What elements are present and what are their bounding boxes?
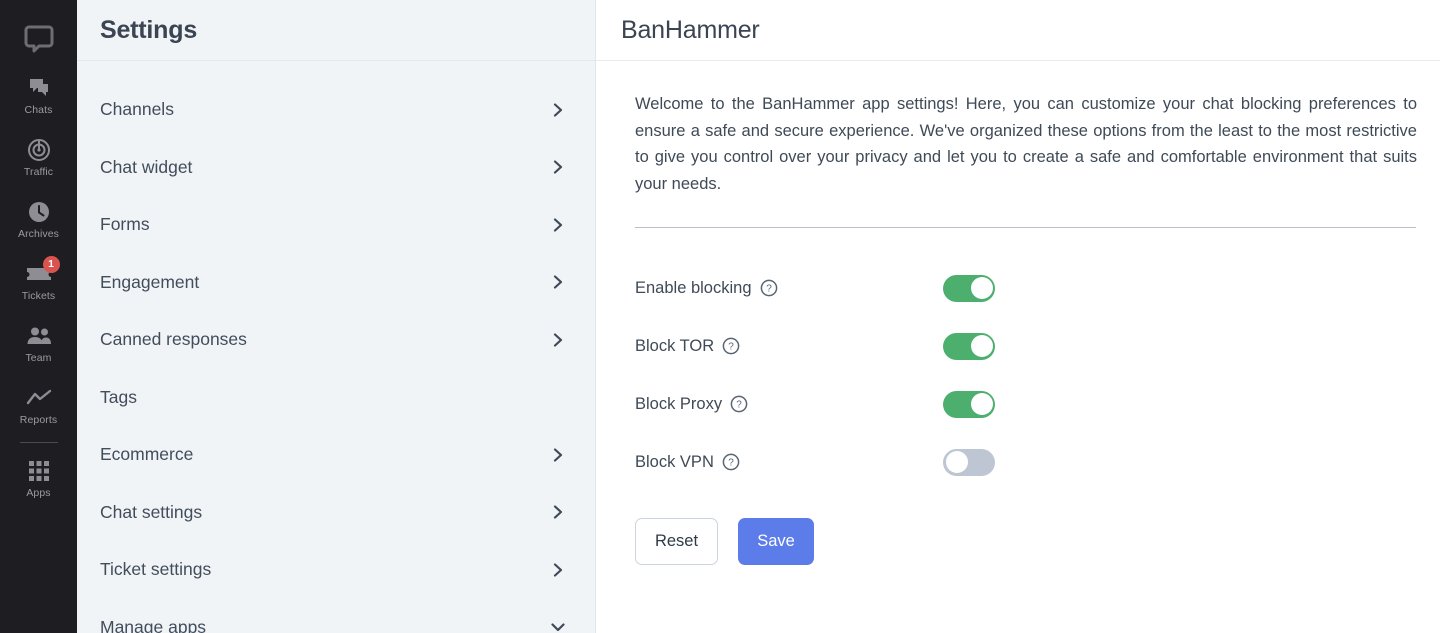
svg-text:?: ?: [728, 342, 734, 353]
settings-item-chat-widget[interactable]: Chat widget: [77, 139, 595, 197]
setting-row-enable-blocking: Enable blocking ?: [635, 259, 995, 317]
chats-icon: [26, 75, 52, 101]
settings-panel: Settings Channels Chat widget Forms Enga…: [77, 0, 596, 633]
toggle-knob: [945, 451, 968, 473]
setting-label: Block Proxy: [635, 394, 723, 413]
chevron-right-icon: [551, 563, 565, 577]
setting-label-wrap: Enable blocking ?: [635, 279, 778, 298]
settings-item-label: Tags: [100, 386, 137, 407]
sidebar-label-apps: Apps: [26, 486, 51, 499]
setting-row-block-proxy: Block Proxy ?: [635, 375, 995, 433]
sidebar-label-archives: Archives: [17, 227, 60, 240]
settings-item-label: Forms: [100, 214, 150, 235]
sidebar-label-tickets: Tickets: [21, 289, 56, 302]
sidebar-item-apps[interactable]: Apps: [0, 447, 77, 509]
chevron-right-icon: [551, 275, 565, 289]
settings-item-ticket-settings[interactable]: Ticket settings: [77, 541, 595, 599]
settings-item-canned-responses[interactable]: Canned responses: [77, 311, 595, 369]
team-people-icon: [26, 323, 52, 349]
main-body: Welcome to the BanHammer app settings! H…: [596, 61, 1440, 633]
sidebar-label-chats: Chats: [24, 103, 53, 116]
reset-button[interactable]: Reset: [635, 518, 718, 565]
chevron-right-icon: [551, 333, 565, 347]
chevron-right-icon: [551, 448, 565, 462]
settings-menu-list: Channels Chat widget Forms Engagement Ca…: [77, 61, 595, 633]
left-nav-rail: Chats Traffic Archives 1 Tickets Team Re…: [0, 0, 77, 633]
chevron-down-icon: [551, 620, 565, 633]
svg-text:?: ?: [728, 458, 734, 469]
settings-item-label: Channels: [100, 99, 174, 120]
toggle-settings-group: Enable blocking ? Block TOR ? Block Prox…: [635, 259, 995, 491]
setting-row-block-vpn: Block VPN ?: [635, 433, 995, 491]
settings-item-engagement[interactable]: Engagement: [77, 254, 595, 312]
intro-paragraph: Welcome to the BanHammer app settings! H…: [635, 95, 1417, 193]
sidebar-item-traffic[interactable]: Traffic: [0, 126, 77, 188]
main-header: BanHammer: [596, 0, 1440, 61]
setting-label-wrap: Block VPN ?: [635, 453, 740, 472]
app-root: Chats Traffic Archives 1 Tickets Team Re…: [0, 0, 1440, 633]
settings-item-label: Chat widget: [100, 156, 193, 177]
svg-text:?: ?: [766, 284, 772, 295]
chevron-right-icon: [551, 103, 565, 117]
section-divider: [635, 227, 1416, 228]
ticket-icon: 1: [26, 255, 60, 287]
help-circle-icon[interactable]: ?: [722, 337, 740, 355]
toggle-enable-blocking[interactable]: [943, 274, 995, 302]
setting-label-wrap: Block Proxy ?: [635, 395, 748, 414]
help-circle-icon[interactable]: ?: [760, 279, 778, 297]
settings-header: Settings: [77, 0, 595, 61]
sidebar-item-archives[interactable]: Archives: [0, 188, 77, 250]
clock-archives-icon: [26, 199, 52, 225]
chevron-right-icon: [551, 505, 565, 519]
reports-chart-icon: [26, 385, 52, 411]
traffic-radar-icon: [26, 137, 52, 163]
toggle-block-vpn[interactable]: [943, 448, 995, 476]
save-button[interactable]: Save: [738, 518, 814, 565]
settings-item-manage-apps[interactable]: Manage apps: [77, 599, 595, 633]
chevron-right-icon: [551, 218, 565, 232]
settings-item-label: Ecommerce: [100, 444, 194, 465]
main-content: BanHammer Welcome to the BanHammer app s…: [596, 0, 1440, 633]
settings-item-label: Canned responses: [100, 329, 247, 350]
svg-text:?: ?: [736, 400, 742, 411]
toggle-knob: [970, 277, 993, 299]
settings-item-label: Chat settings: [100, 501, 203, 522]
setting-row-block-tor: Block TOR ?: [635, 317, 995, 375]
setting-label: Block VPN: [635, 452, 714, 471]
tickets-badge: 1: [42, 255, 60, 273]
chat-bubble-logo-icon: [24, 25, 53, 53]
settings-item-label: Ticket settings: [100, 559, 212, 580]
settings-item-tags[interactable]: Tags: [77, 369, 595, 427]
page-title: BanHammer: [621, 15, 760, 44]
sidebar-label-team: Team: [25, 351, 52, 364]
app-logo[interactable]: [0, 12, 77, 64]
settings-item-channels[interactable]: Channels: [77, 81, 595, 139]
sidebar-item-reports[interactable]: Reports: [0, 374, 77, 436]
settings-item-forms[interactable]: Forms: [77, 196, 595, 254]
setting-label: Enable blocking: [635, 278, 752, 297]
apps-grid-icon: [26, 458, 52, 484]
chevron-right-icon: [551, 160, 565, 174]
sidebar-label-reports: Reports: [19, 413, 58, 426]
settings-page-title: Settings: [100, 15, 198, 44]
toggle-block-tor[interactable]: [943, 332, 995, 360]
setting-label: Block TOR: [635, 336, 715, 355]
toggle-block-proxy[interactable]: [943, 390, 995, 418]
setting-label-wrap: Block TOR ?: [635, 337, 740, 356]
help-circle-icon[interactable]: ?: [722, 453, 740, 471]
sidebar-item-tickets[interactable]: 1 Tickets: [0, 250, 77, 312]
toggle-knob: [970, 335, 993, 357]
action-buttons: Reset Save: [635, 518, 1415, 565]
help-circle-icon[interactable]: ?: [730, 395, 748, 413]
sidebar-item-chats[interactable]: Chats: [0, 64, 77, 126]
rail-divider: [19, 442, 58, 443]
sidebar-item-team[interactable]: Team: [0, 312, 77, 374]
settings-item-ecommerce[interactable]: Ecommerce: [77, 426, 595, 484]
sidebar-label-traffic: Traffic: [23, 165, 54, 178]
toggle-knob: [970, 393, 993, 415]
settings-item-label: Engagement: [100, 271, 200, 292]
settings-item-label: Manage apps: [100, 616, 207, 633]
settings-item-chat-settings[interactable]: Chat settings: [77, 484, 595, 542]
